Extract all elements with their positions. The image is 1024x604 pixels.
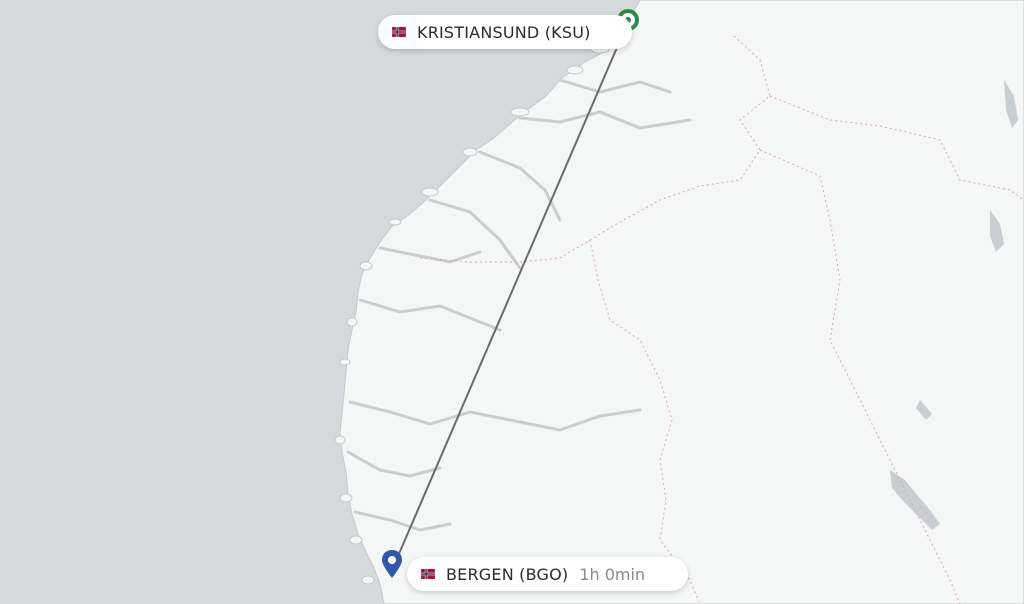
origin-airport-name: KRISTIANSUND (KSU): [417, 22, 591, 42]
norway-flag-icon: [392, 27, 406, 37]
origin-label-card[interactable]: KRISTIANSUND (KSU): [378, 15, 632, 49]
destination-airport-name: BERGEN (BGO): [446, 564, 569, 584]
map-view[interactable]: KRISTIANSUND (KSU) BERGEN (BGO) 1h 0min: [0, 0, 1024, 604]
norway-flag-icon: [421, 569, 435, 579]
flight-duration: 1h 0min: [579, 564, 646, 584]
destination-label-card[interactable]: BERGEN (BGO) 1h 0min: [407, 557, 688, 591]
map-canvas: [0, 0, 1024, 604]
